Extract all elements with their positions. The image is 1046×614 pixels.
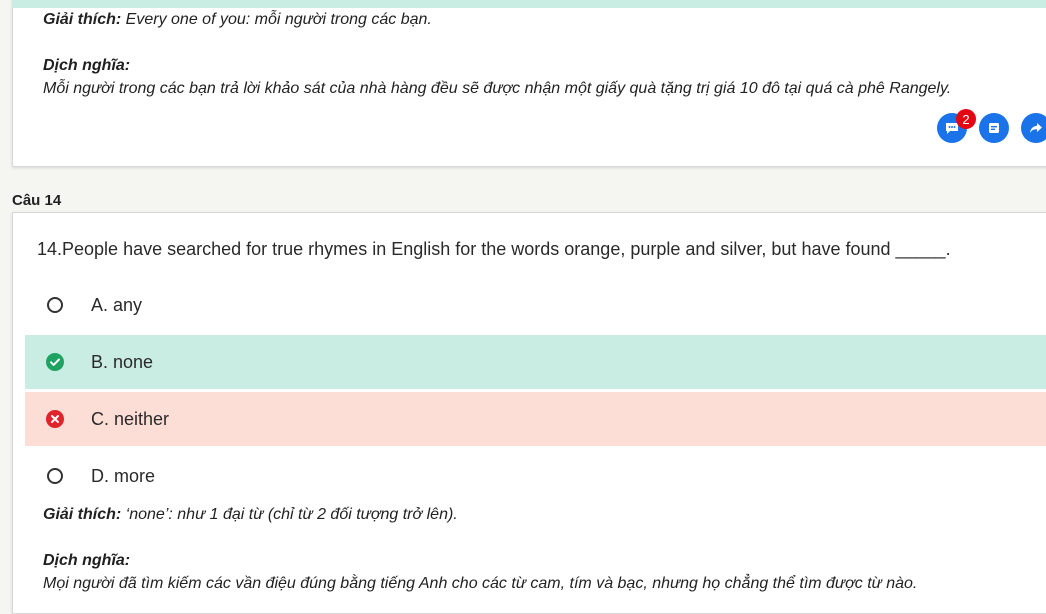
- option-c-label: C. neither: [91, 408, 170, 429]
- radio-unchecked-icon: [45, 295, 65, 315]
- check-circle-icon: [45, 352, 65, 372]
- option-d-label: D. more: [91, 465, 156, 486]
- note-button[interactable]: [979, 113, 1009, 143]
- share-icon: [1030, 123, 1042, 133]
- prev-explanation: Giải thích: Every one of you: mỗi người …: [43, 11, 432, 29]
- share-button[interactable]: [1021, 113, 1046, 143]
- option-c[interactable]: C. neither: [25, 392, 1046, 446]
- prev-correct-strip: [12, 0, 1046, 8]
- option-b[interactable]: B. none: [25, 335, 1046, 389]
- translation-text: Mọi người đã tìm kiếm các vần điệu đúng …: [43, 575, 918, 592]
- previous-question-card: Giải thích: Every one of you: mỗi người …: [12, 0, 1046, 167]
- option-b-label: B. none: [91, 351, 154, 372]
- prev-translation-label: Dịch nghĩa:: [43, 57, 131, 74]
- prev-translation-text: Mỗi người trong các bạn trả lời khảo sát…: [43, 80, 952, 97]
- option-a-label: A. any: [91, 294, 143, 315]
- question-number-label: Câu 14: [12, 192, 62, 209]
- x-circle-icon: [45, 409, 65, 429]
- comment-count-badge: 2: [956, 109, 976, 129]
- explanation-text: ‘none’: như 1 đại từ (chỉ từ 2 đối tượng…: [121, 506, 458, 523]
- radio-unchecked-icon: [45, 466, 65, 486]
- prev-explanation-text: Every one of you: mỗi người trong các bạ…: [121, 11, 432, 28]
- explanation: Giải thích: ‘none’: như 1 đại từ (chỉ từ…: [43, 506, 458, 524]
- explanation-label: Giải thích:: [43, 506, 122, 523]
- question-card: 14.People have searched for true rhymes …: [12, 212, 1046, 614]
- option-a[interactable]: A. any: [25, 278, 1046, 332]
- note-icon: [989, 123, 999, 133]
- translation-label: Dịch nghĩa:: [43, 552, 131, 569]
- option-d[interactable]: D. more: [25, 449, 1046, 503]
- prev-explanation-label: Giải thích:: [43, 11, 122, 28]
- question-text: 14.People have searched for true rhymes …: [37, 239, 951, 259]
